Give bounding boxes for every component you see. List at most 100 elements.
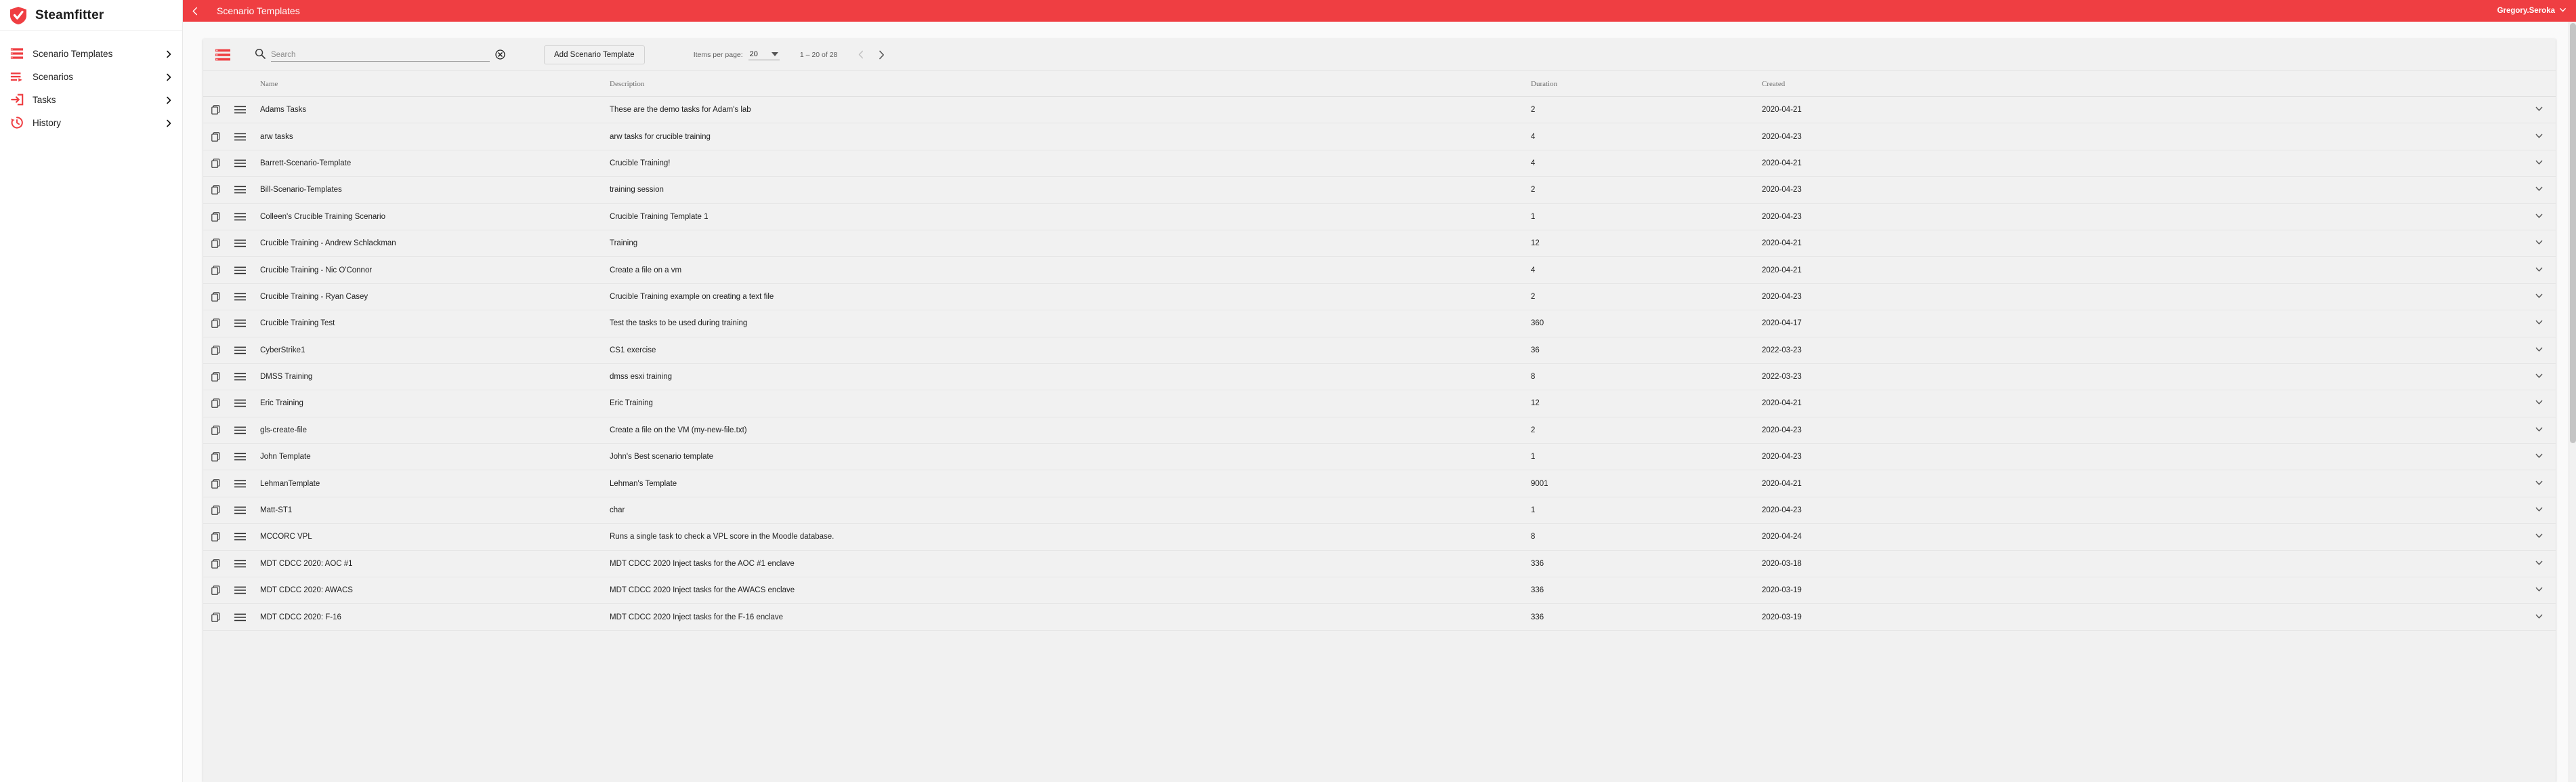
copy-icon[interactable] [211,585,220,595]
copy-icon[interactable] [211,212,220,222]
copy-icon[interactable] [211,398,220,408]
table-row[interactable]: Crucible Training - Nic O'Connor Create … [203,257,2556,283]
row-expand-button[interactable] [2522,131,2556,142]
table-row[interactable]: Colleen's Crucible Training Scenario Cru… [203,204,2556,230]
copy-icon[interactable] [211,426,220,435]
row-expand-button[interactable] [2522,345,2556,356]
chevron-left-icon[interactable] [183,0,207,22]
row-expand-button[interactable] [2522,371,2556,382]
sidebar-item-scenario-templates[interactable]: Scenario Templates [0,42,182,65]
user-menu[interactable]: Gregory.Seroka [2497,6,2567,16]
items-per-page-select[interactable]: 20 [748,49,780,60]
row-expand-button[interactable] [2522,211,2556,222]
list-rows-icon[interactable] [215,49,230,61]
row-expand-button[interactable] [2522,585,2556,596]
row-expand-button[interactable] [2522,558,2556,569]
row-menu-button[interactable] [234,453,252,461]
row-menu-button[interactable] [234,106,252,114]
table-row[interactable]: gls-create-file Create a file on the VM … [203,417,2556,444]
column-header-duration[interactable]: Duration [1531,80,1762,88]
row-expand-button[interactable] [2522,238,2556,249]
copy-icon[interactable] [211,318,220,328]
row-menu-button[interactable] [234,426,252,434]
row-menu-button[interactable] [234,133,252,141]
table-row[interactable]: Crucible Training Test Test the tasks to… [203,310,2556,337]
row-menu-button[interactable] [234,613,252,621]
copy-icon[interactable] [211,185,220,194]
column-header-description[interactable]: Description [610,80,1531,88]
row-menu-button[interactable] [234,533,252,541]
copy-icon[interactable] [211,239,220,248]
search-input[interactable] [271,49,490,62]
row-expand-button[interactable] [2522,425,2556,436]
copy-icon[interactable] [211,479,220,489]
copy-icon[interactable] [211,132,220,142]
scrollbar-thumb[interactable] [2570,23,2576,443]
sidebar-item-tasks[interactable]: Tasks [0,88,182,111]
copy-icon[interactable] [211,292,220,302]
row-menu-button[interactable] [234,266,252,274]
row-expand-button[interactable] [2522,158,2556,169]
copy-icon[interactable] [211,159,220,168]
row-menu-button[interactable] [234,480,252,488]
page-scrollbar[interactable] [2569,22,2576,782]
row-menu-button[interactable] [234,239,252,247]
add-scenario-template-button[interactable]: Add Scenario Template [544,45,645,64]
row-menu-button[interactable] [234,373,252,381]
row-expand-button[interactable] [2522,184,2556,195]
copy-icon[interactable] [211,105,220,115]
row-expand-button[interactable] [2522,505,2556,516]
copy-icon[interactable] [211,532,220,541]
copy-icon[interactable] [211,266,220,275]
copy-icon[interactable] [211,506,220,515]
row-expand-button[interactable] [2522,531,2556,542]
table-row[interactable]: Barrett-Scenario-Template Crucible Train… [203,150,2556,177]
table-row[interactable]: arw tasks arw tasks for crucible trainin… [203,123,2556,150]
row-expand-button[interactable] [2522,265,2556,276]
row-expand-button[interactable] [2522,318,2556,329]
copy-icon[interactable] [211,559,220,569]
table-row[interactable]: Crucible Training - Ryan Casey Crucible … [203,284,2556,310]
table-row[interactable]: Crucible Training - Andrew Schlackman Tr… [203,230,2556,257]
row-expand-button[interactable] [2522,451,2556,462]
table-row[interactable]: Eric Training Eric Training 12 2020-04-2… [203,390,2556,417]
table-row[interactable]: MDT CDCC 2020: AWACS MDT CDCC 2020 Injec… [203,577,2556,604]
copy-icon[interactable] [211,346,220,355]
table-row[interactable]: MCCORC VPL Runs a single task to check a… [203,524,2556,550]
sidebar-item-history[interactable]: History [0,111,182,134]
table-row[interactable]: Bill-Scenario-Templates training session… [203,177,2556,203]
row-menu-button[interactable] [234,293,252,301]
row-expand-button[interactable] [2522,291,2556,302]
row-expand-button[interactable] [2522,104,2556,115]
row-menu-button[interactable] [234,213,252,221]
table-row[interactable]: MDT CDCC 2020: AOC #1 MDT CDCC 2020 Inje… [203,551,2556,577]
row-menu-button[interactable] [234,186,252,194]
row-menu-button[interactable] [234,319,252,327]
row-expand-button[interactable] [2522,398,2556,409]
copy-icon[interactable] [211,613,220,622]
row-menu-button[interactable] [234,586,252,594]
table-row[interactable]: MDT CDCC 2020: F-16 MDT CDCC 2020 Inject… [203,604,2556,630]
copy-icon[interactable] [211,452,220,461]
chevron-down-icon [2535,505,2543,516]
table-row[interactable]: DMSS Training dmss esxi training 8 2022-… [203,364,2556,390]
row-menu-button[interactable] [234,560,252,568]
table-row[interactable]: Matt-ST1 char 1 2020-04-23 [203,497,2556,524]
row-expand-button[interactable] [2522,478,2556,489]
row-menu-button[interactable] [234,346,252,354]
next-page-button[interactable] [872,46,890,64]
table-row[interactable]: Adams Tasks These are the demo tasks for… [203,97,2556,123]
table-row[interactable]: John Template John's Best scenario templ… [203,444,2556,470]
row-expand-button[interactable] [2522,612,2556,623]
table-row[interactable]: CyberStrike1 CS1 exercise 36 2022-03-23 [203,337,2556,364]
clear-circle-icon[interactable] [495,49,505,60]
column-header-name[interactable]: Name [252,80,610,88]
column-header-created[interactable]: Created [1762,80,2522,88]
table-row[interactable]: LehmanTemplate Lehman's Template 9001 20… [203,470,2556,497]
sidebar-item-scenarios[interactable]: Scenarios [0,65,182,88]
row-menu-button[interactable] [234,506,252,514]
row-menu-button[interactable] [234,159,252,167]
copy-icon[interactable] [211,372,220,382]
row-menu-button[interactable] [234,399,252,407]
previous-page-button[interactable] [852,46,870,64]
